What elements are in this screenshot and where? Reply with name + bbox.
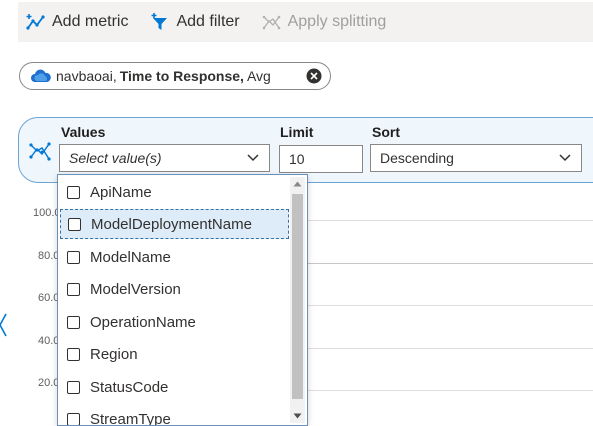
option-label: StatusCode — [90, 378, 169, 396]
limit-value: 10 — [289, 151, 305, 167]
sort-value: Descending — [380, 150, 454, 166]
option-streamtype[interactable]: StreamType — [60, 404, 289, 426]
checkbox[interactable] — [68, 217, 81, 231]
splitting-icon — [262, 15, 280, 30]
values-placeholder: Select value(s) — [69, 150, 162, 166]
dropdown-scrollbar[interactable] — [290, 177, 305, 423]
sort-select[interactable]: Descending — [370, 144, 582, 172]
add-filter-label: Add filter — [176, 13, 240, 30]
limit-label: Limit — [280, 124, 314, 140]
metric-name: Time to Response, — [119, 68, 244, 84]
chart-toolbar: Add metric Add filter Apply splitting — [18, 2, 593, 42]
splitting-icon — [29, 142, 51, 161]
scroll-down-arrow-icon[interactable] — [293, 413, 302, 419]
option-label: OperationName — [90, 313, 196, 331]
values-label: Values — [61, 124, 106, 140]
option-operationname[interactable]: OperationName — [60, 307, 289, 337]
option-label: ModelName — [90, 248, 171, 266]
add-metric-icon — [26, 14, 45, 30]
option-region[interactable]: Region — [60, 339, 289, 369]
chevron-down-icon — [559, 154, 571, 162]
scrollbar-thumb[interactable] — [292, 194, 303, 399]
metric-resource: navbaoai, — [56, 68, 117, 84]
option-statuscode[interactable]: StatusCode — [60, 372, 289, 402]
values-dropdown-list: ApiName ModelDeploymentName ModelName Mo… — [57, 174, 308, 426]
metric-aggregation: Avg — [246, 68, 271, 84]
add-metric-button[interactable]: Add metric — [26, 13, 128, 31]
values-select[interactable]: Select value(s) — [59, 144, 270, 172]
scroll-up-arrow-icon[interactable] — [293, 181, 302, 187]
chevron-down-icon — [247, 154, 259, 162]
checkbox[interactable] — [67, 347, 80, 361]
cloud-icon — [31, 69, 51, 82]
option-modelversion[interactable]: ModelVersion — [60, 274, 289, 304]
option-label: ModelDeploymentName — [91, 215, 252, 233]
sort-label: Sort — [372, 124, 400, 140]
checkbox[interactable] — [67, 250, 80, 264]
option-modeldeploymentname[interactable]: ModelDeploymentName — [60, 209, 289, 239]
metric-pill[interactable]: navbaoai, Time to Response, Avg — [19, 62, 331, 90]
option-modelname[interactable]: ModelName — [60, 242, 289, 272]
option-label: Region — [90, 345, 138, 363]
limit-input[interactable]: 10 — [279, 145, 363, 173]
checkbox[interactable] — [67, 380, 80, 394]
chevron-left-icon[interactable] — [0, 312, 8, 338]
checkbox[interactable] — [67, 185, 80, 199]
option-label: ApiName — [90, 183, 152, 201]
apply-splitting-label: Apply splitting — [287, 13, 387, 30]
option-apiname[interactable]: ApiName — [60, 177, 289, 207]
checkbox[interactable] — [67, 412, 80, 425]
add-filter-button[interactable]: Add filter — [150, 13, 240, 31]
add-metric-label: Add metric — [52, 13, 129, 30]
close-circle-icon[interactable] — [306, 68, 322, 84]
option-label: StreamType — [90, 410, 171, 426]
checkbox[interactable] — [67, 282, 80, 296]
apply-splitting-button[interactable]: Apply splitting — [262, 13, 387, 31]
funnel-plus-icon — [151, 13, 168, 30]
option-label: ModelVersion — [90, 280, 181, 298]
checkbox[interactable] — [67, 315, 80, 329]
